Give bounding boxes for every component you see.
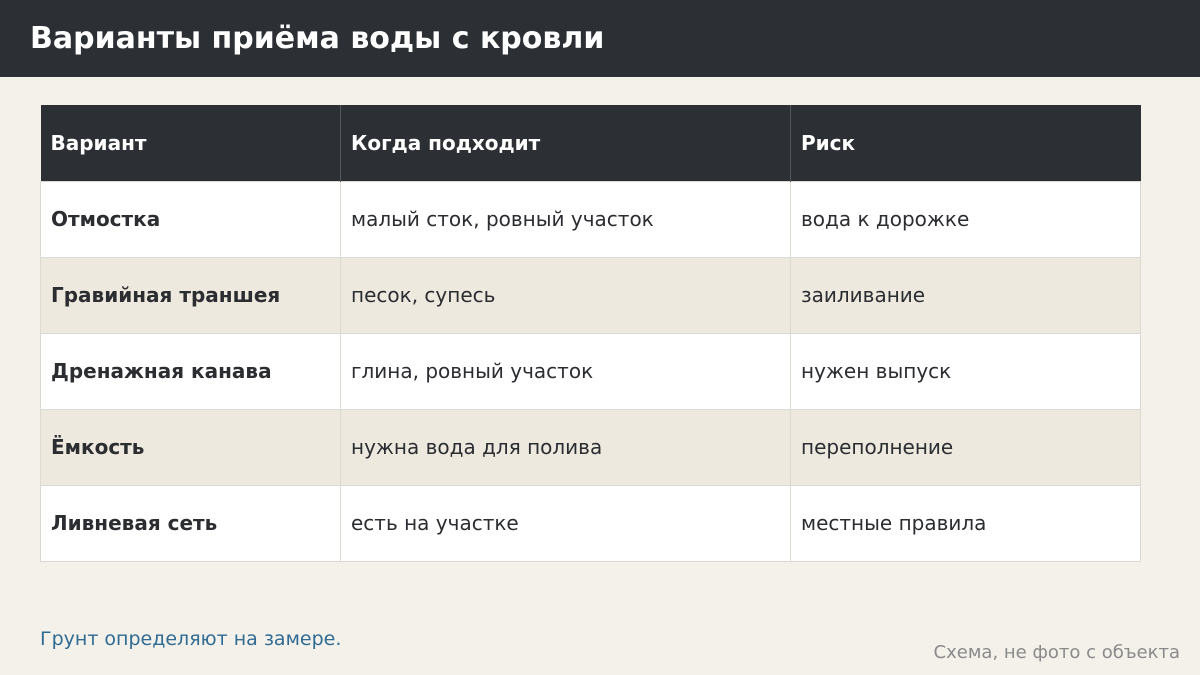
page-title: Варианты приёма воды с кровли: [30, 21, 605, 56]
table-row: Дренажная канава глина, ровный участок н…: [40, 332, 1141, 410]
cell-variant: Ёмкость: [40, 408, 341, 486]
cell-variant: Дренажная канава: [40, 332, 341, 410]
cell-when: малый сток, ровный участок: [340, 180, 791, 258]
page-header: Варианты приёма воды с кровли: [0, 0, 1200, 77]
column-header-when: Когда подходит: [340, 105, 791, 181]
cell-risk: заиливание: [790, 256, 1141, 334]
cell-variant: Гравийная траншея: [40, 256, 341, 334]
column-header-variant: Вариант: [40, 105, 341, 181]
cell-risk: местные правила: [790, 484, 1141, 562]
cell-variant: Отмостка: [40, 180, 341, 258]
column-header-risk: Риск: [790, 105, 1141, 181]
cell-when: нужна вода для полива: [340, 408, 791, 486]
image-caption: Схема, не фото с объекта: [933, 642, 1180, 663]
cell-variant: Ливневая сеть: [40, 484, 341, 562]
table-header-row: Вариант Когда подходит Риск: [40, 105, 1141, 181]
cell-when: песок, супесь: [340, 256, 791, 334]
table-row: Ливневая сеть есть на участке местные пр…: [40, 484, 1141, 562]
table-row: Гравийная траншея песок, супесь заиливан…: [40, 256, 1141, 334]
cell-risk: вода к дорожке: [790, 180, 1141, 258]
table-row: Ёмкость нужна вода для полива переполнен…: [40, 408, 1141, 486]
cell-when: глина, ровный участок: [340, 332, 791, 410]
options-table: Вариант Когда подходит Риск Отмостка мал…: [40, 105, 1141, 562]
soil-note: Грунт определяют на замере.: [40, 628, 342, 650]
cell-when: есть на участке: [340, 484, 791, 562]
cell-risk: переполнение: [790, 408, 1141, 486]
table-row: Отмостка малый сток, ровный участок вода…: [40, 180, 1141, 258]
cell-risk: нужен выпуск: [790, 332, 1141, 410]
